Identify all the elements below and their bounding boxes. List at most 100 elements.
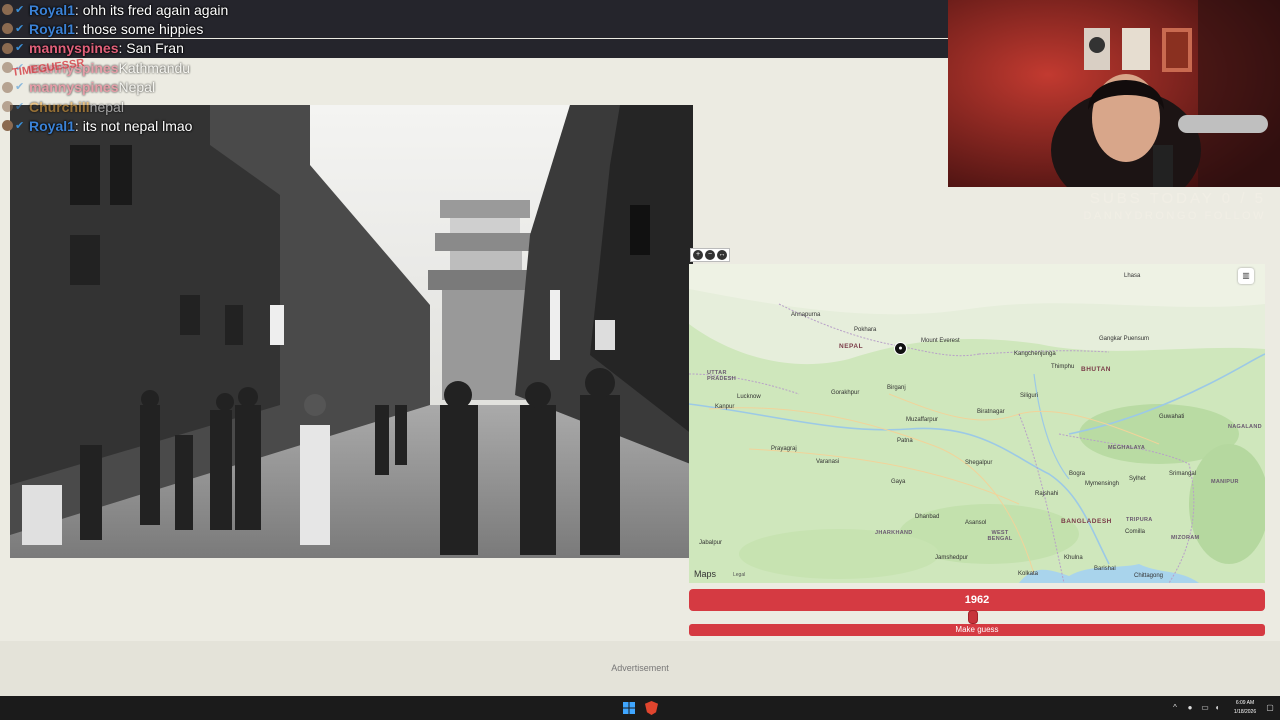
chat-message: ✔ Royal1: ohh its fred again again (0, 0, 948, 19)
map-label-kanpur: Kanpur (715, 404, 735, 410)
chat-message: ✔ Royal1: those some hippies (0, 19, 948, 39)
chat-message: ✔ mannyspines Nepal (0, 78, 155, 97)
chat-username: Royal1 (29, 117, 75, 134)
map-toolbar: + − ↔ (690, 248, 730, 262)
map-label-annapurna: Annapurna (791, 312, 821, 318)
map-label-lhasa: Lhasa (1124, 273, 1141, 279)
map-label-jamshedpur: Jamshedpur (935, 555, 969, 561)
advertisement-label: Advertisement (611, 663, 669, 673)
map-label-shegalpur: Shegalpur (965, 460, 993, 466)
map-label-kolkata: Kolkata (1018, 571, 1039, 577)
chat-avatar (2, 101, 13, 112)
chat-username: Churchill (29, 98, 90, 115)
volume-icon[interactable]: ◖ (1212, 703, 1222, 713)
map-label-muzaffarpur: Muzaffarpur (906, 417, 938, 423)
map-label-pokhara: Pokhara (854, 327, 877, 333)
map-label-varanasi: Varanasi (816, 459, 840, 465)
map-label-meghalaya: MEGHALAYA (1108, 445, 1146, 451)
checkmark-badge-icon: ✔ (15, 119, 25, 132)
taskbar-clock-date[interactable]: 1/18/2026 (1227, 709, 1263, 715)
streamer-webcam (948, 0, 1280, 187)
map-label-birganj: Birganj (887, 385, 906, 391)
chat-message-text: Kathmandu (118, 59, 191, 76)
map-label-sylhet: Sylhet (1129, 476, 1146, 482)
map-zoom-in-icon[interactable]: + (693, 250, 703, 260)
notification-icon[interactable]: ▢ (1265, 703, 1275, 713)
chat-username: Royal1 (29, 20, 75, 37)
chat-message: ✔ Royal1: its not nepal lmao (0, 116, 192, 135)
map-label-biratnagar: Biratnagar (977, 409, 1005, 415)
chat-message-text: : its not nepal lmao (74, 117, 193, 134)
chat-message: ✔ Churchill nepal (0, 97, 124, 116)
map-label-dhanbad: Dhanbad (915, 514, 940, 520)
map-label-srimangal: Srimangal (1169, 471, 1197, 477)
map-label-tripura: TRIPURA (1126, 517, 1153, 523)
map-zoom-out-icon[interactable]: − (705, 250, 715, 260)
map-label-patna: Patna (897, 438, 913, 444)
chat-avatar (2, 23, 13, 35)
chat-username: mannyspines (29, 40, 119, 57)
map-label-everest: Mount Everest (921, 338, 960, 344)
windows-start-icon[interactable] (623, 702, 635, 714)
chat-username: Royal1 (29, 1, 75, 18)
map-label-jharkhand: JHARKHAND (875, 530, 913, 536)
map-label-bangladesh: BANGLADESH (1061, 518, 1112, 525)
taskbar-clock-time[interactable]: 6:09 AM (1227, 700, 1263, 706)
map-label-lucknow: Lucknow (737, 394, 761, 400)
follow-ticker-text: DANNYDRONGO FOLLOW (1083, 210, 1266, 222)
map-label-prayagraj: Prayagraj (771, 446, 797, 452)
map-label-gaya: Gaya (891, 479, 906, 485)
map-label-west-bengal: WEST BENGAL (987, 530, 1013, 542)
chevron-up-icon[interactable]: ^ (1170, 703, 1180, 713)
checkmark-badge-icon: ✔ (15, 100, 25, 113)
chat-avatar (2, 4, 13, 15)
maps-logo: Maps (694, 569, 717, 579)
chat-message: ✔ mannyspines: San Fran (0, 38, 948, 58)
map-label-mymensingh: Mymensingh (1085, 481, 1120, 487)
guess-map[interactable]: Lhasa Pokhara Mount Everest Kangchenjung… (689, 264, 1265, 583)
windows-taskbar (0, 696, 1280, 720)
chat-message-text: : ohh its fred again again (74, 1, 229, 18)
map-label-gangkar: Gangkar Puensum (1099, 336, 1150, 342)
map-layers-icon[interactable]: ▥ (1238, 268, 1254, 284)
map-label-bogra: Bogra (1069, 471, 1086, 477)
chat-message-text: nepal (89, 98, 124, 115)
map-label-mizoram: MIZORAM (1171, 535, 1200, 541)
chat-message-text: Nepal (118, 79, 156, 96)
checkmark-badge-icon: ✔ (15, 22, 25, 35)
network-icon[interactable]: ▭ (1200, 703, 1210, 713)
map-label-nepal: NEPAL (839, 343, 864, 350)
mic-icon[interactable]: ● (1185, 703, 1195, 713)
checkmark-badge-icon: ✔ (15, 42, 25, 55)
chat-avatar (2, 120, 13, 132)
map-label-rajshahi: Rajshahi (1035, 491, 1059, 497)
map-label-bhutan: BHUTAN (1081, 366, 1111, 373)
chat-message-text: : San Fran (118, 40, 184, 57)
chat-message-text: : those some hippies (74, 20, 204, 37)
maps-legal-link[interactable]: Legal (733, 572, 745, 578)
map-label-khulna: Khulna (1064, 555, 1083, 561)
map-label-uttar-pradesh: UTTAR PRADESH (707, 370, 736, 382)
make-guess-button[interactable]: Make guess (689, 624, 1265, 636)
map-label-siliguri: Siliguri (1020, 393, 1039, 399)
checkmark-badge-icon: ✔ (15, 81, 25, 94)
map-label-guwahati: Guwahati (1159, 414, 1185, 420)
map-label-gorakhpur: Gorakhpur (831, 390, 860, 396)
checkmark-badge-icon: ✔ (15, 3, 25, 16)
subs-goal-text: SUBS TODAY 0 / 5 (1089, 190, 1266, 207)
map-label-thimphu: Thimphu (1051, 364, 1075, 370)
chat-avatar (2, 81, 13, 93)
map-label-manipur: MANIPUR (1211, 479, 1239, 485)
map-label-chittagong: Chittagong (1134, 573, 1164, 579)
year-display: 1962 (689, 589, 1265, 611)
map-label-nagaland: NAGALAND (1228, 424, 1262, 430)
map-expand-icon[interactable]: ↔ (717, 250, 727, 260)
map-label-jabalpur: Jabalpur (699, 540, 723, 546)
chat-avatar (2, 42, 13, 54)
year-slider-thumb[interactable] (968, 610, 978, 624)
map-label-asansol: Asansol (965, 520, 987, 526)
chat-username: mannyspines (29, 79, 119, 96)
map-label-comilla: Comilla (1125, 529, 1146, 535)
map-pin-icon[interactable]: ● (894, 342, 907, 355)
historical-photo (10, 105, 693, 558)
